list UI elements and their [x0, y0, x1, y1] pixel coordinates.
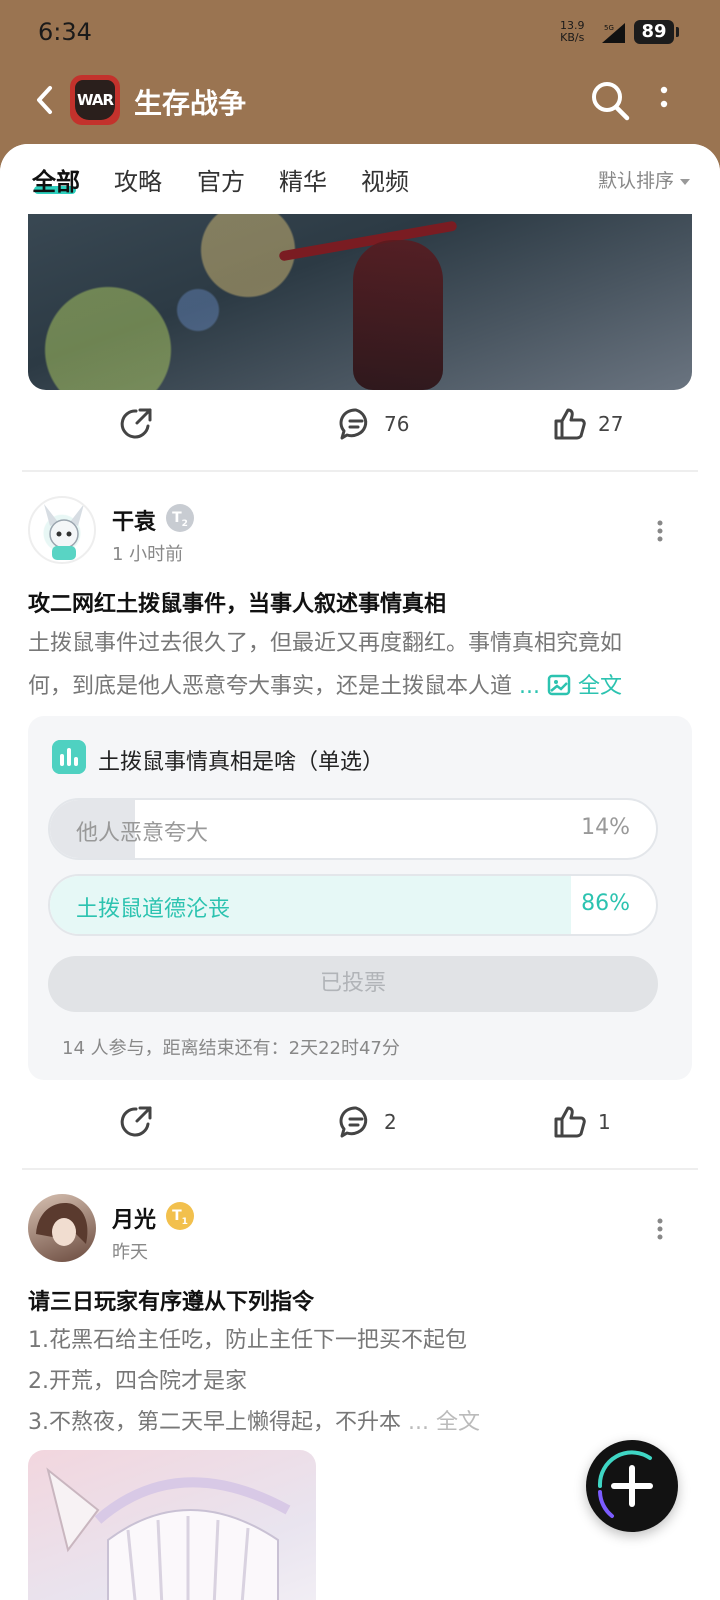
net-speed: 13.9 KB/s [560, 20, 585, 44]
sort-dropdown[interactable]: 默认排序 [598, 166, 691, 193]
user-level-badge: T1 [166, 1202, 194, 1230]
image-icon [547, 674, 571, 696]
image-detail [353, 240, 443, 390]
post-body[interactable]: 土拨鼠事件过去很久了，但最近又再度翻红。事情真相究竟如 何，到底是他人恶意夸大事… [28, 622, 692, 708]
avatar[interactable] [28, 1194, 96, 1262]
post-body[interactable]: 1.花黑石给主任吃，防止主任下一把买不起包 2.开荒，四合院才是家 3.不熬夜，… [28, 1320, 692, 1443]
post-body-line: 何，到底是他人恶意夸大事实，还是土拨鼠本人道 ... 全文 [28, 665, 692, 708]
thumbs-up-icon [554, 1106, 586, 1138]
like-button[interactable]: 27 [552, 406, 623, 442]
app-bar: WAR 生存战争 [0, 64, 720, 144]
post-time: 1 小时前 [112, 544, 184, 565]
post-body-text: 3.不熬夜，第二天早上懒得起，不升本 [28, 1410, 401, 1435]
full-text-label: 全文 [578, 674, 623, 699]
tab-all[interactable]: 全部 [32, 162, 80, 197]
post-image[interactable] [28, 1450, 316, 1600]
full-text-link[interactable]: 全文 [547, 674, 622, 699]
poll-chart-icon [52, 740, 86, 774]
thumbs-up-icon [554, 408, 586, 440]
username[interactable]: 干袁 [112, 504, 156, 536]
post-more-icon[interactable] [655, 519, 665, 543]
poll-option[interactable]: 他人恶意夸大 14% [48, 798, 658, 860]
sort-label: 默认排序 [598, 170, 675, 192]
back-arrow-icon[interactable] [30, 80, 62, 120]
poll-footer: 14 人参与，距离结束还有：2天22时47分 [62, 1038, 400, 1059]
ellipsis: ... [519, 674, 540, 699]
avatar-illustration [44, 504, 84, 560]
share-button[interactable] [118, 406, 154, 442]
status-time: 6:34 [38, 18, 92, 46]
post-body-text: 何，到底是他人恶意夸大事实，还是土拨鼠本人道 [28, 674, 513, 699]
like-count: 1 [598, 1110, 611, 1134]
poll-option-selected[interactable]: 土拨鼠道德沦丧 86% [48, 874, 658, 936]
signal-icon: 5G [602, 23, 625, 43]
tab-label: 全部 [32, 168, 80, 196]
post-actions: 76 27 [0, 396, 720, 456]
post-image[interactable] [28, 190, 692, 390]
like-button[interactable]: 1 [552, 1104, 611, 1140]
post-time: 昨天 [112, 1242, 148, 1263]
page-title: 生存战争 [134, 87, 247, 120]
post-title[interactable]: 请三日玩家有序遵从下列指令 [28, 1284, 314, 1316]
image-illustration [46, 1467, 291, 1600]
app-logo-text: WAR [75, 80, 115, 120]
username[interactable]: 月光 [112, 1202, 156, 1234]
badge-letter: T [172, 510, 182, 526]
tab-official[interactable]: 官方 [197, 162, 245, 197]
comment-count: 76 [384, 412, 410, 436]
post-body-line: 土拨鼠事件过去很久了，但最近又再度翻红。事情真相究竟如 [28, 631, 623, 656]
comment-icon [339, 1106, 368, 1138]
poll-option-label: 他人恶意夸大 [76, 821, 209, 846]
create-post-button[interactable] [586, 1440, 678, 1532]
poll-option-label: 土拨鼠道德沦丧 [76, 897, 231, 922]
comment-icon [339, 408, 368, 440]
full-text-link[interactable]: 全文 [436, 1410, 480, 1435]
app-logo[interactable]: WAR [70, 75, 120, 125]
like-count: 27 [598, 412, 624, 436]
poll-option-percent: 14% [581, 815, 630, 840]
post-divider [22, 470, 698, 472]
tab-featured[interactable]: 精华 [279, 162, 327, 197]
share-icon [120, 1106, 152, 1137]
post-divider [22, 1168, 698, 1170]
badge-letter: T [172, 1208, 182, 1224]
post-more-icon[interactable] [655, 1217, 665, 1241]
user-level-badge: T2 [166, 504, 194, 532]
comment-count: 2 [384, 1110, 397, 1134]
net-speed-unit: KB/s [560, 31, 585, 44]
post-body-line: 2.开荒，四合院才是家 [28, 1369, 247, 1394]
avatar-illustration [36, 1203, 88, 1246]
badge-level: 1 [181, 1216, 188, 1227]
avatar[interactable] [28, 496, 96, 564]
comment-button[interactable]: 2 [338, 1104, 397, 1140]
tab-guides[interactable]: 攻略 [114, 162, 162, 197]
comment-button[interactable]: 76 [338, 406, 409, 442]
tab-video[interactable]: 视频 [361, 162, 409, 197]
post-body-line: 1.花黑石给主任吃，防止主任下一把买不起包 [28, 1328, 467, 1353]
post-actions: 2 1 [0, 1094, 720, 1154]
poll-title: 土拨鼠事情真相是啥（单选） [98, 750, 385, 775]
badge-level: 2 [181, 518, 188, 529]
search-icon[interactable] [590, 80, 630, 122]
network-type: 5G [604, 24, 614, 32]
feed-container[interactable]: 全部 攻略 官方 精华 视频 默认排序 76 27 干袁 T2 1 小时前 攻二… [0, 144, 720, 1600]
post-body-line: 3.不熬夜，第二天早上懒得起，不升本 ... 全文 [28, 1402, 692, 1443]
voted-button[interactable]: 已投票 [48, 956, 658, 1012]
status-bar: 6:34 13.9 KB/s 5G 89 [0, 0, 720, 64]
share-icon [120, 408, 152, 439]
share-button[interactable] [118, 1104, 154, 1140]
post-title[interactable]: 攻二网红土拨鼠事件，当事人叙述事情真相 [28, 586, 446, 618]
tab-bar: 全部 攻略 官方 精华 视频 默认排序 [0, 144, 720, 214]
poll-card: 土拨鼠事情真相是啥（单选） 他人恶意夸大 14% 土拨鼠道德沦丧 86% 已投票… [28, 716, 692, 1080]
battery-indicator: 89 [634, 20, 679, 44]
poll-option-percent: 86% [581, 891, 630, 916]
ellipsis: ... [408, 1410, 429, 1435]
more-vertical-icon[interactable] [658, 84, 670, 116]
caret-down-icon [680, 178, 691, 185]
